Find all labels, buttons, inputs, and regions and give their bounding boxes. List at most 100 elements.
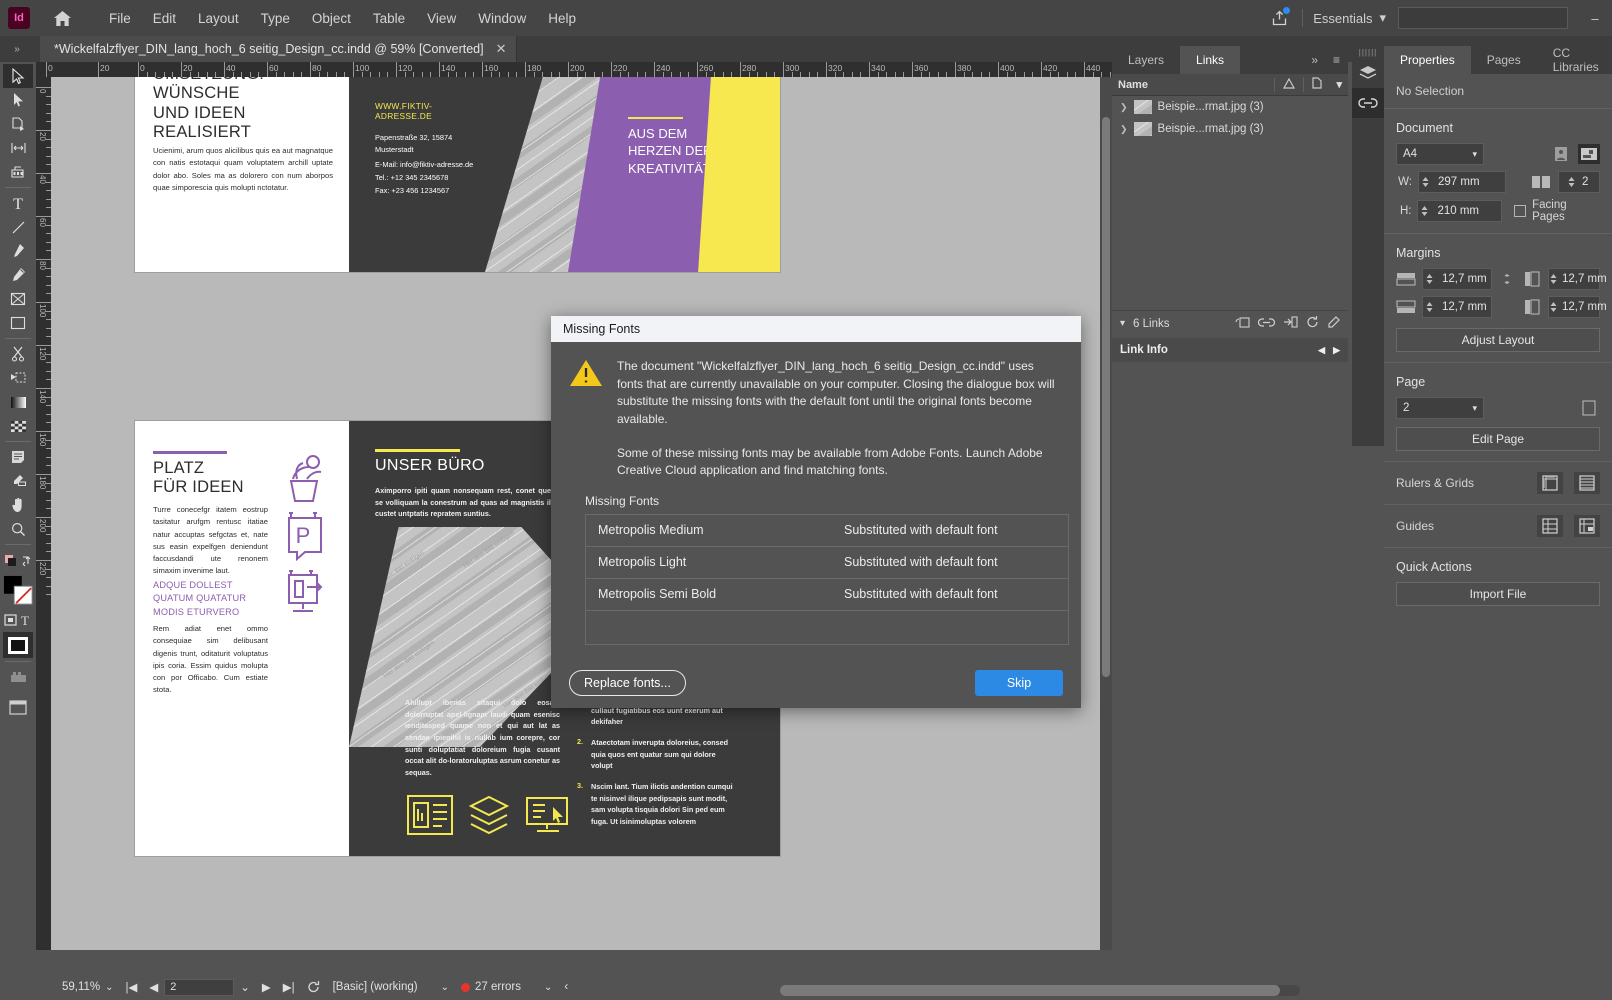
page-icon[interactable] — [1303, 77, 1330, 92]
height-stepper[interactable] — [1418, 204, 1431, 218]
table-row[interactable]: Metropolis Semi Bold Substituted with de… — [586, 579, 1068, 611]
list-item[interactable]: ❯ Beispie...rmat.jpg (3) — [1112, 118, 1348, 140]
error-status[interactable]: 27 errors ⌄ — [455, 974, 558, 1000]
prev-page-button[interactable]: ◀ — [143, 974, 164, 1000]
tab-layers[interactable]: Layers — [1112, 46, 1180, 74]
rectangle-tool[interactable] — [3, 311, 33, 335]
zoom-control[interactable]: 59,11% ⌄ — [56, 974, 120, 1000]
chevron-right-icon[interactable]: ❯ — [1120, 124, 1128, 135]
hand-tool[interactable] — [3, 493, 33, 517]
last-page-button[interactable]: ▶| — [277, 974, 301, 1000]
panel-menu-icon[interactable]: ≡ — [1333, 46, 1340, 74]
next-icon[interactable]: ▶ — [1333, 345, 1340, 356]
dock-grabber[interactable]: |||||| — [1352, 46, 1384, 58]
free-transform-tool[interactable] — [3, 366, 33, 390]
chain-broken-icon[interactable] — [1498, 269, 1517, 289]
scrollbar-thumb[interactable] — [780, 985, 1280, 996]
adjust-layout-button[interactable]: Adjust Layout — [1396, 328, 1600, 352]
frame-tool[interactable] — [3, 287, 33, 311]
menu-edit[interactable]: Edit — [142, 6, 187, 31]
width-stepper[interactable] — [1419, 175, 1432, 189]
horizontal-ruler[interactable]: 0 20 0 20 40 60 80 100 120 140 160 180 200 220 240 260 2… — [36, 62, 1112, 77]
margin-left-field[interactable]: 12,7 mm — [1547, 268, 1607, 290]
menu-table[interactable]: Table — [362, 6, 416, 31]
chevron-down-icon[interactable]: ⌄ — [105, 982, 113, 993]
tab-properties[interactable]: Properties — [1384, 46, 1471, 74]
first-page-button[interactable]: |◀ — [120, 974, 144, 1000]
menu-file[interactable]: File — [98, 6, 142, 31]
share-icon[interactable] — [1266, 5, 1292, 31]
document-tab[interactable]: *Wickelfalzflyer_DIN_lang_hoch_6 seitig_… — [40, 36, 518, 62]
margin-right-field[interactable]: 12,7 mm — [1547, 296, 1607, 318]
chevron-down-icon[interactable]: ▾ — [1330, 78, 1342, 91]
show-baseline-grid-icon[interactable] — [1574, 472, 1600, 494]
scissors-tool[interactable] — [3, 342, 33, 366]
margin-bottom-stepper[interactable] — [1423, 300, 1436, 314]
page-size-select[interactable]: A4 ▾ — [1396, 143, 1484, 165]
scrollbar-thumb[interactable] — [1102, 117, 1110, 677]
menu-view[interactable]: View — [416, 6, 467, 31]
panel-more-icon[interactable]: » — [1311, 46, 1318, 74]
gap-tool[interactable] — [3, 136, 33, 160]
table-row[interactable]: Metropolis Light Substituted with defaul… — [586, 547, 1068, 579]
page-number-field[interactable]: 2 — [164, 978, 235, 996]
line-tool[interactable] — [3, 215, 33, 239]
height-field[interactable]: 210 mm — [1417, 200, 1503, 222]
chevron-right-icon[interactable]: ❯ — [1120, 102, 1128, 113]
flyer-page-top[interactable]: UMSETZUNG: WÜNSCHE UND IDEEN REALISIERT … — [135, 77, 780, 272]
tab-cc-libraries[interactable]: CC Libraries — [1537, 46, 1612, 74]
skip-button[interactable]: Skip — [975, 670, 1063, 696]
menu-window[interactable]: Window — [467, 6, 537, 31]
fill-stroke-swatch[interactable] — [3, 572, 33, 608]
replace-fonts-button[interactable]: Replace fonts... — [569, 670, 686, 696]
relink-icon[interactable] — [1235, 316, 1250, 332]
link-info-header[interactable]: Link Info ◀ ▶ — [1112, 338, 1348, 362]
canvas-vertical-scrollbar[interactable] — [1100, 77, 1112, 950]
gradient-feather-tool[interactable] — [3, 414, 33, 438]
go-to-link-icon[interactable] — [1257, 317, 1276, 331]
overflow-icon[interactable]: ‹ — [558, 974, 574, 1000]
margin-left-stepper[interactable] — [1549, 272, 1558, 286]
menu-layout[interactable]: Layout — [187, 6, 250, 31]
margin-right-stepper[interactable] — [1549, 300, 1558, 314]
show-rulers-icon[interactable] — [1537, 472, 1563, 494]
menu-type[interactable]: Type — [250, 6, 301, 31]
preflight-profile[interactable]: [Basic] (working) ⌄ — [327, 974, 455, 1000]
type-tool[interactable]: T — [3, 191, 33, 215]
home-icon[interactable] — [44, 0, 80, 36]
page-tool[interactable] — [3, 112, 33, 136]
margin-bottom-field[interactable]: 12,7 mm — [1422, 296, 1492, 318]
workspace-switcher[interactable]: Essentials ▾ — [1313, 10, 1386, 26]
list-item[interactable]: ❯ Beispie...rmat.jpg (3) — [1112, 96, 1348, 118]
pages-stepper[interactable] — [1565, 175, 1578, 189]
lock-guides-icon[interactable] — [1574, 515, 1600, 537]
edit-page-button[interactable]: Edit Page — [1396, 427, 1600, 451]
selection-tool[interactable] — [3, 64, 33, 88]
page-orientation-icon[interactable] — [1578, 398, 1600, 418]
facing-pages-checkbox[interactable] — [1514, 205, 1527, 217]
pages-count-field[interactable]: 2 — [1558, 171, 1600, 193]
next-page-button[interactable]: ▶ — [256, 974, 277, 1000]
gradient-swatch-tool[interactable] — [3, 390, 33, 414]
preflight-icon[interactable] — [301, 974, 327, 1000]
warning-icon[interactable] — [1274, 77, 1303, 92]
canvas-horizontal-scrollbar[interactable] — [780, 985, 1300, 996]
note-tool[interactable] — [3, 445, 33, 469]
toolbar-collapse-icon[interactable]: » — [4, 38, 30, 60]
tab-pages[interactable]: Pages — [1471, 46, 1537, 74]
margin-top-field[interactable]: 12,7 mm — [1422, 268, 1492, 290]
fill-stroke-swap[interactable] — [3, 548, 33, 572]
portrait-icon[interactable] — [1550, 144, 1572, 164]
chevron-down-icon[interactable]: ⌄ — [544, 982, 552, 993]
update-link-icon[interactable] — [1283, 316, 1298, 331]
show-guides-icon[interactable] — [1537, 515, 1563, 537]
table-row[interactable]: Metropolis Medium Substituted with defau… — [586, 515, 1068, 547]
direct-selection-tool[interactable] — [3, 88, 33, 112]
page-select[interactable]: 2 ▾ — [1396, 397, 1484, 419]
pages-spread-icon[interactable] — [1530, 172, 1552, 192]
missing-fonts-dialog[interactable]: Missing Fonts The document "Wickelfalzfl… — [551, 316, 1081, 708]
vertical-ruler[interactable]: 0 20 40 60 80 100 120 140 160 180 200 220 — [36, 77, 51, 950]
edit-original-icon[interactable] — [1327, 316, 1340, 331]
tab-links[interactable]: Links — [1180, 46, 1241, 74]
zoom-tool[interactable] — [3, 517, 33, 541]
